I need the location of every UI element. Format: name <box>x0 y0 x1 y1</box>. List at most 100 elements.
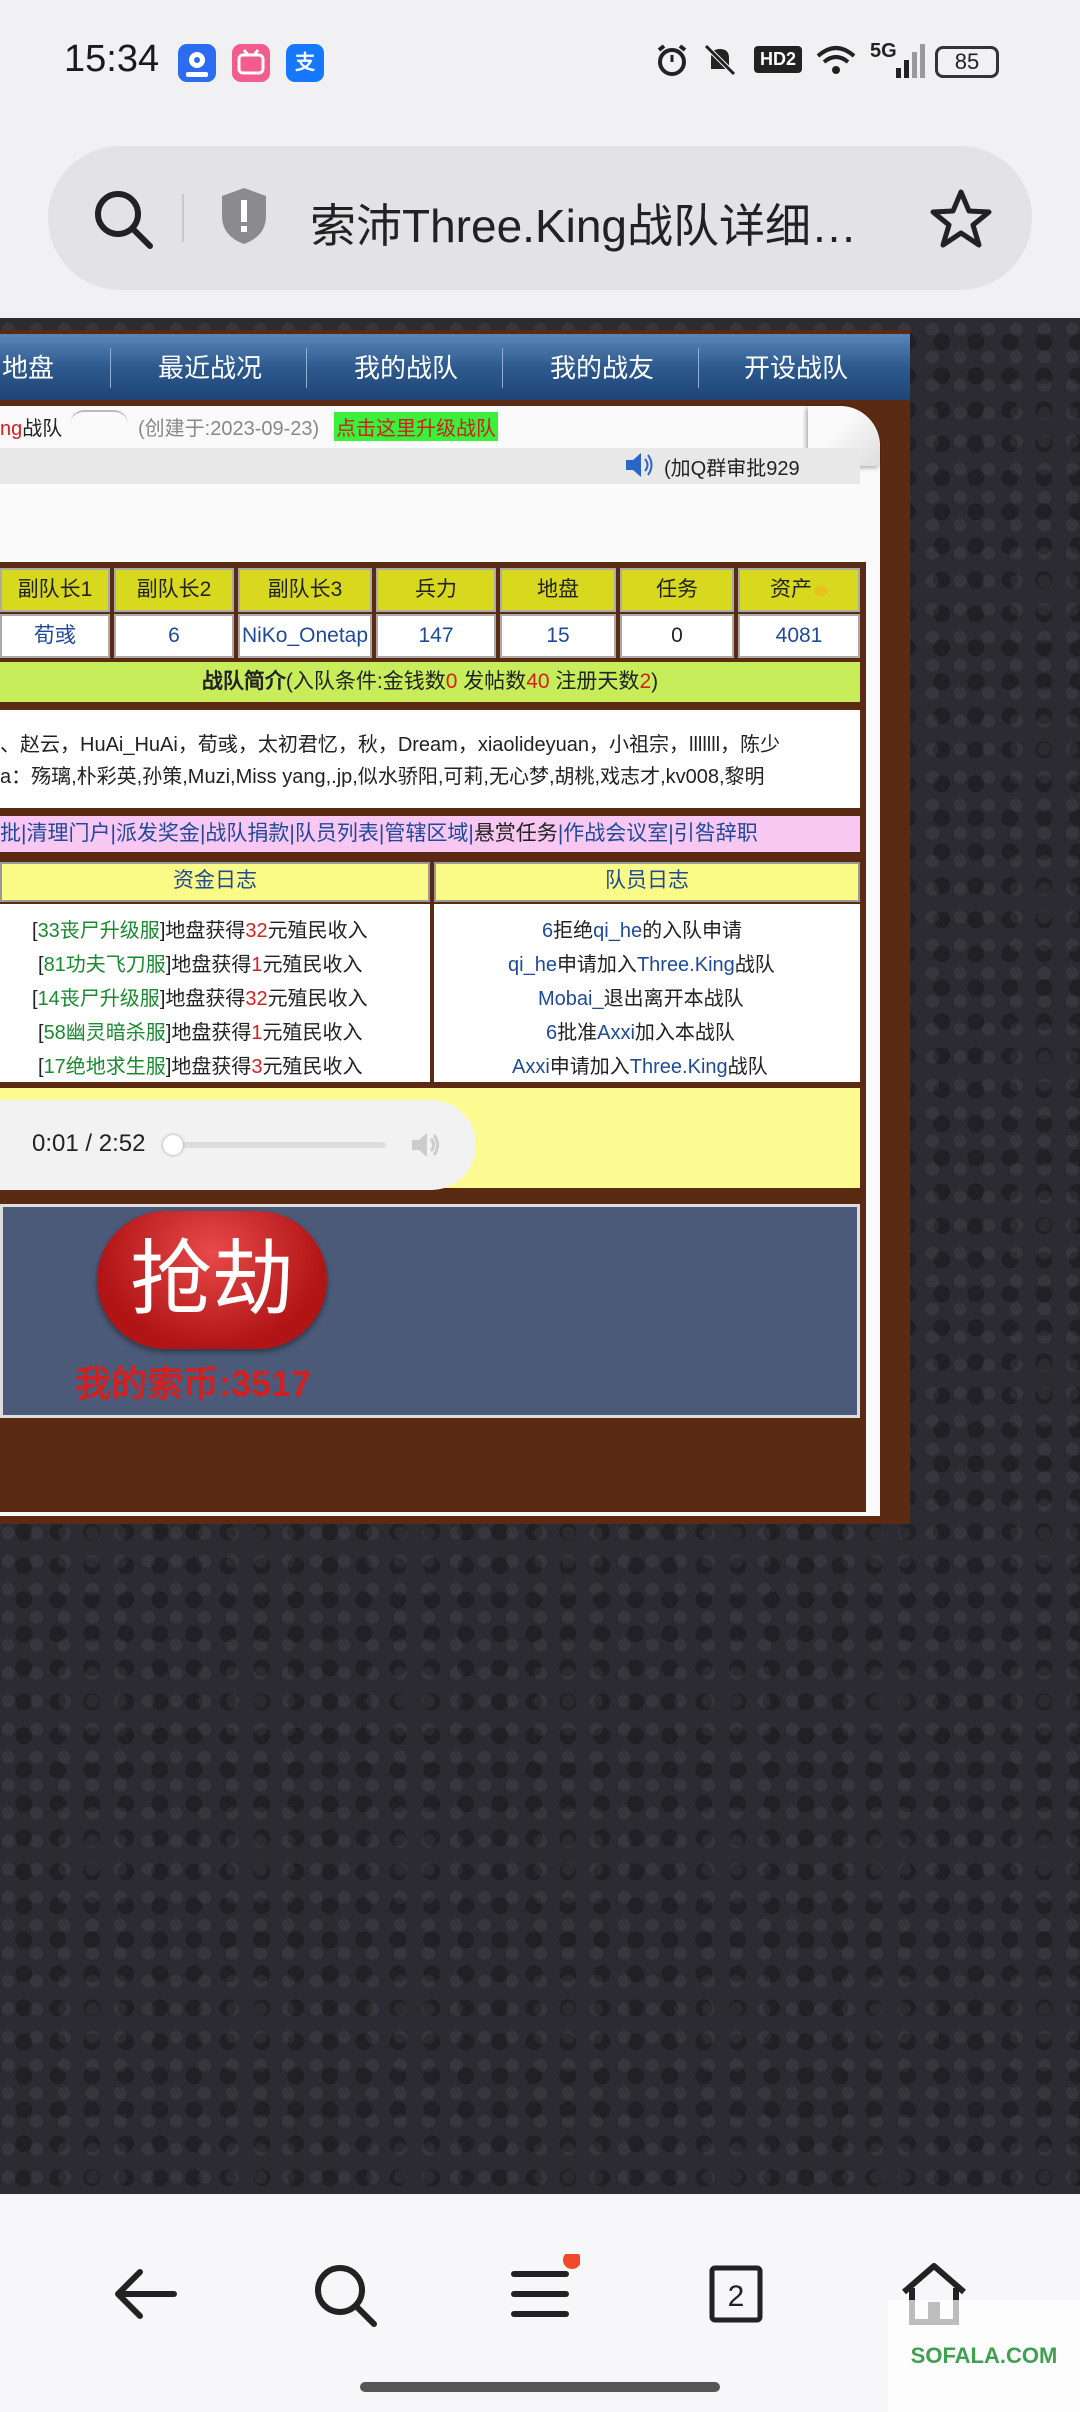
mute-bell-icon <box>702 42 738 83</box>
member-log-entry: qi_he申请加入Three.King战队 <box>508 948 775 977</box>
stats-header-vice1: 副队长1 <box>0 568 110 612</box>
stats-tasks: 0 <box>620 614 734 658</box>
admin-link-territory[interactable]: 管辖区域 <box>384 822 468 845</box>
svg-text:2: 2 <box>728 2280 745 2313</box>
battery-indicator: 85 <box>935 46 999 78</box>
nav-item-my-friends[interactable]: 我的战友 <box>550 348 654 385</box>
signal-icon <box>896 44 926 83</box>
admin-link-resign[interactable]: 引咎辞职 <box>674 822 758 845</box>
bilibili-icon <box>232 44 270 82</box>
nav-item-recent-battles[interactable]: 最近战况 <box>158 348 262 385</box>
member-log-actor[interactable]: Mobai_ <box>538 988 604 1010</box>
fund-log-title: 资金日志 <box>0 862 430 902</box>
admin-link-bonus[interactable]: 派发奖金 <box>116 822 200 845</box>
browser-toolbar: 索沛Three.King战队详细… <box>0 130 1080 318</box>
team-name-prefix: ng <box>0 418 23 440</box>
coin-icon <box>814 586 828 596</box>
member-log-actor[interactable]: 6 <box>546 1022 557 1044</box>
stats-header-vice2: 副队长2 <box>114 568 234 612</box>
upgrade-team-link[interactable]: 点击这里升级战队 <box>334 412 498 441</box>
team-name: ng战队 <box>0 412 62 441</box>
member-log-actor[interactable]: 6 <box>542 920 553 942</box>
speaker-icon[interactable] <box>624 450 656 480</box>
stats-vice1[interactable]: 荀彧 <box>0 614 110 658</box>
nav-item-my-team[interactable]: 我的战队 <box>354 348 458 385</box>
admin-link-bounty[interactable]: 悬赏任务 <box>474 822 558 845</box>
top-nav: 地盘 最近战况 我的战队 我的战友 开设战队 <box>0 334 910 400</box>
search-icon[interactable] <box>304 2254 384 2334</box>
rob-button[interactable]: 抢劫 <box>97 1211 327 1349</box>
member-log-target[interactable]: Axxi <box>597 1022 635 1044</box>
back-arrow-icon[interactable] <box>106 2254 186 2334</box>
audio-player[interactable]: 0:01 / 2:52 <box>0 1100 476 1190</box>
member-log-target[interactable]: qi_he <box>593 920 642 942</box>
nav-item-territory[interactable]: 地盘 <box>2 348 54 385</box>
stats-assets: 4081 <box>738 614 860 658</box>
intro-cond-open: (入队条件:金钱数 <box>285 670 446 693</box>
wifi-icon <box>814 42 858 83</box>
tabs-icon[interactable]: 2 <box>696 2254 776 2334</box>
fund-log-tail: 元殖民收入 <box>262 1056 363 1078</box>
fund-log-entry: [33丧尸升级服]地盘获得32元殖民收入 <box>32 914 368 943</box>
audio-seek-bar[interactable] <box>163 1135 386 1155</box>
admin-link-war-room[interactable]: 作战会议室 <box>563 822 668 845</box>
fund-log-tail: 元殖民收入 <box>267 920 368 942</box>
fund-log-server-link[interactable]: 58幽灵暗杀服 <box>44 1022 166 1044</box>
fund-log-entry: [17绝地求生服]地盘获得3元殖民收入 <box>38 1050 363 1079</box>
nav-divider <box>698 348 699 388</box>
audio-time: 0:01 / 2:52 <box>32 1130 146 1157</box>
intro-money: 0 <box>445 670 458 693</box>
admin-link-purge[interactable]: 清理门户 <box>26 822 110 845</box>
intro-cond-close: ) <box>651 670 659 693</box>
status-bar: 15:34 支 HD2 5G 85 <box>0 0 1080 130</box>
admin-link-donate[interactable]: 战队捐款 <box>205 822 289 845</box>
fund-log-server-link[interactable]: 17绝地求生服 <box>44 1056 166 1078</box>
menu-icon[interactable] <box>500 2254 580 2334</box>
member-log-target[interactable]: Three.King <box>630 1056 728 1078</box>
member-log-actor[interactable]: Axxi <box>512 1056 550 1078</box>
fund-log-server-link[interactable]: 14丧尸升级服 <box>38 988 160 1010</box>
team-intro-bar: 战队简介(入队条件:金钱数0 发帖数40 注册天数2) <box>0 662 860 702</box>
stats-header-assets-label: 资产 <box>770 578 812 601</box>
star-bookmark-icon[interactable] <box>928 186 994 252</box>
member-log-action: 申请加入 <box>556 954 637 976</box>
fund-log-mid: ]地盘获得 <box>159 988 246 1010</box>
nav-item-create-team[interactable]: 开设战队 <box>744 348 848 385</box>
fund-log-tail: 元殖民收入 <box>262 954 363 976</box>
stats-header-tasks: 任务 <box>620 568 734 612</box>
audio-seek-knob[interactable] <box>163 1135 184 1155</box>
page-title[interactable]: 索沛Three.King战队详细… <box>310 190 857 256</box>
member-log-tail: 战队 <box>727 1056 768 1078</box>
my-coins: 我的索币:3517 <box>75 1363 312 1404</box>
member-log-tail: 的入队申请 <box>642 920 743 942</box>
members-line-2: a：殇璃,朴彩英,孙策,Muzi,Miss yang,.jp,似水骄阳,可莉,无… <box>0 766 765 788</box>
team-detail-frame: 地盘 最近战况 我的战队 我的战友 开设战队 ng战队 (创建于:2023-09… <box>0 330 910 1524</box>
intro-posts: 40 <box>526 670 550 693</box>
volume-icon[interactable] <box>410 1130 444 1160</box>
fund-log-server-link[interactable]: 81功夫飞刀服 <box>44 954 166 976</box>
member-log-action: 退出离开本战队 <box>603 988 744 1010</box>
fund-log-entry: [14丧尸升级服]地盘获得32元殖民收入 <box>32 982 368 1011</box>
fund-log-mid: ]地盘获得 <box>165 1056 252 1078</box>
team-created-date: (创建于:2023-09-23) <box>138 418 320 440</box>
fund-log-server-link[interactable]: 33丧尸升级服 <box>38 920 160 942</box>
stats-vice2[interactable]: 6 <box>114 614 234 658</box>
address-bar[interactable]: 索沛Three.King战队详细… <box>48 146 1032 290</box>
team-panel: ng战队 (创建于:2023-09-23) 点击这里升级战队 (加Q群审批929… <box>0 406 880 1516</box>
member-log-target[interactable]: Three.King <box>637 954 735 976</box>
fund-log-entry: [81功夫飞刀服]地盘获得1元殖民收入 <box>38 948 363 977</box>
admin-link-approve[interactable]: 批 <box>0 822 21 845</box>
team-suffix: 战队 <box>22 418 63 440</box>
fund-log-amount: 32 <box>245 988 268 1010</box>
network-label: 5G <box>870 40 897 62</box>
member-log-actor[interactable]: qi_he <box>508 954 557 976</box>
fund-log-tail: 元殖民收入 <box>262 1022 363 1044</box>
member-log-entry: Axxi申请加入Three.King战队 <box>512 1050 768 1079</box>
admin-link-member-list[interactable]: 队员列表 <box>295 822 379 845</box>
shield-icon[interactable] <box>218 186 270 246</box>
fund-log-amount: 32 <box>245 920 268 942</box>
fund-log-tail: 元殖民收入 <box>267 988 368 1010</box>
search-icon[interactable] <box>88 184 158 254</box>
fund-log-mid: ]地盘获得 <box>159 920 246 942</box>
stats-vice3[interactable]: NiKo_Onetap <box>238 614 372 658</box>
